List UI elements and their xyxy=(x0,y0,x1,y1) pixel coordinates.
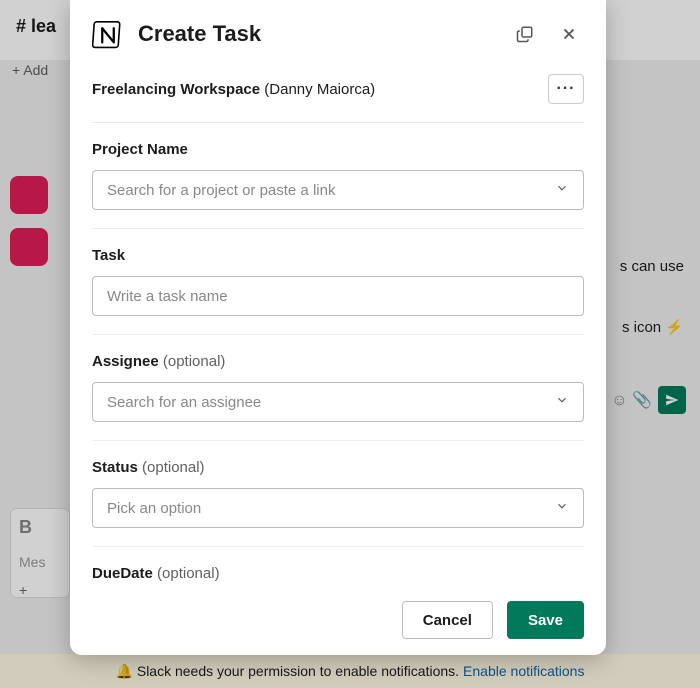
chevron-down-icon xyxy=(555,499,569,517)
workspace-row: Freelancing Workspace (Danny Maiorca) ··… xyxy=(92,62,584,123)
workspace-name: Freelancing Workspace (Danny Maiorca) xyxy=(92,81,375,98)
notion-logo-icon xyxy=(92,18,124,50)
status-placeholder: Pick an option xyxy=(107,500,201,517)
cancel-button[interactable]: Cancel xyxy=(402,601,493,639)
status-label: Status (optional) xyxy=(92,459,584,476)
assignee-section: Assignee (optional) Search for an assign… xyxy=(92,335,584,441)
task-input[interactable] xyxy=(92,276,584,316)
close-icon xyxy=(560,25,578,43)
project-name-section: Project Name Search for a project or pas… xyxy=(92,123,584,229)
workspace-more-button[interactable]: ··· xyxy=(548,74,584,104)
duedate-section: DueDate (optional) xyxy=(92,547,584,587)
assignee-label: Assignee (optional) xyxy=(92,353,584,370)
create-task-modal: Create Task Freelancing Workspace (Danny… xyxy=(70,0,606,655)
save-button[interactable]: Save xyxy=(507,601,584,639)
status-section: Status (optional) Pick an option xyxy=(92,441,584,547)
project-name-placeholder: Search for a project or paste a link xyxy=(107,182,335,199)
project-name-label: Project Name xyxy=(92,141,584,158)
chevron-down-icon xyxy=(555,181,569,199)
status-select[interactable]: Pick an option xyxy=(92,488,584,528)
close-button[interactable] xyxy=(554,19,584,49)
modal-footer: Cancel Save xyxy=(70,587,606,655)
open-external-button[interactable] xyxy=(510,19,540,49)
assignee-select[interactable]: Search for an assignee xyxy=(92,382,584,422)
duedate-label: DueDate (optional) xyxy=(92,565,584,582)
open-external-icon xyxy=(516,25,534,43)
modal-title: Create Task xyxy=(138,21,496,47)
modal-header: Create Task xyxy=(70,0,606,62)
modal-body: Freelancing Workspace (Danny Maiorca) ··… xyxy=(70,62,606,587)
task-label: Task xyxy=(92,247,584,264)
task-section: Task xyxy=(92,229,584,335)
assignee-placeholder: Search for an assignee xyxy=(107,394,261,411)
chevron-down-icon xyxy=(555,393,569,411)
project-name-select[interactable]: Search for a project or paste a link xyxy=(92,170,584,210)
